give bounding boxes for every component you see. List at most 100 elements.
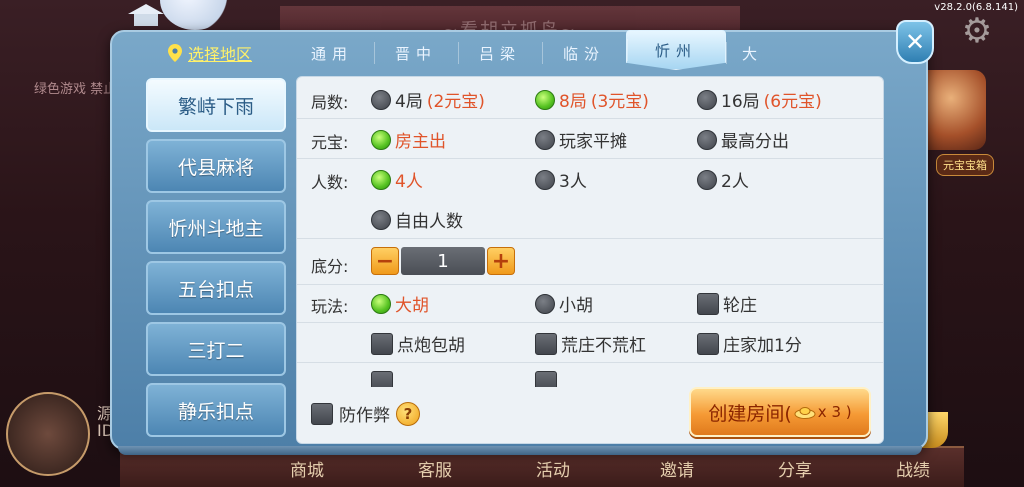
option-text: 8局 [559, 92, 587, 112]
moon-decoration [160, 0, 230, 30]
rule-check-dealer-bonus[interactable]: 庄家加1分 [697, 331, 802, 356]
radio-icon [697, 169, 717, 190]
region-tabs: 通用 晋中 吕梁 临汾 忻州 大 [290, 30, 884, 72]
rounds-label: 局数: [311, 93, 349, 112]
rules-label: 玩法: [311, 297, 349, 316]
rule-check-rotate-dealer[interactable]: 轮庄 [697, 291, 757, 316]
players-option-free[interactable]: 自由人数 [371, 207, 463, 232]
region-select-label: 选择地区 [188, 45, 253, 64]
option-text: 4局 [395, 92, 423, 112]
players-label: 人数: [311, 173, 349, 192]
region-select-button[interactable]: 选择地区 [168, 41, 252, 65]
game-item-jingle-koudian[interactable]: 静乐扣点 [146, 383, 286, 437]
base-score-row: 底分: − 1 + [297, 241, 883, 285]
tab-xinzhou[interactable]: 忻州 [626, 30, 726, 70]
option-text: 3人 [559, 172, 587, 192]
pagoda-decoration [128, 4, 164, 26]
option-text: 4人 [395, 172, 423, 192]
option-cost: (3元宝) [590, 92, 649, 112]
option-text: 轮庄 [723, 296, 757, 316]
rounds-option-8[interactable]: 8局 (3元宝) [535, 87, 649, 112]
tab-jinzhong[interactable]: 晋中 [374, 34, 458, 72]
option-text: 最高分出 [721, 132, 789, 152]
rule-check-discarder-pays[interactable]: 点炮包胡 [371, 331, 465, 356]
radio-selected-icon [535, 89, 555, 110]
mascot-label[interactable]: 元宝宝箱 [936, 154, 994, 176]
radio-icon [535, 169, 555, 190]
tab-linfen[interactable]: 临汾 [542, 34, 626, 72]
avatar[interactable] [6, 392, 90, 476]
game-item-san-da-er[interactable]: 三打二 [146, 322, 286, 376]
players-row-2: 自由人数 [297, 199, 883, 239]
nav-shop[interactable]: 商城 [290, 456, 324, 481]
checkbox-icon [371, 332, 393, 355]
radio-icon [371, 209, 391, 230]
option-text: 大胡 [395, 296, 429, 316]
option-text: 16局 [721, 92, 760, 112]
nav-invite[interactable]: 邀请 [660, 456, 694, 481]
tab-lvliang[interactable]: 吕梁 [458, 34, 542, 72]
radio-icon [697, 89, 717, 110]
players-option-4[interactable]: 4人 [371, 167, 423, 192]
players-row: 人数: 4人 3人 2人 [297, 159, 883, 199]
ingot-option-split[interactable]: 玩家平摊 [535, 127, 627, 152]
base-score-value: 1 [401, 247, 485, 275]
gold-ingot-icon [794, 407, 816, 419]
create-room-button[interactable]: 创建房间( x 3 ) [689, 387, 871, 437]
rule-check-draw-no-kong-void[interactable]: 荒庄不荒杠 [535, 331, 646, 356]
rounds-option-4[interactable]: 4局 (2元宝) [371, 87, 485, 112]
tab-general[interactable]: 通用 [290, 34, 374, 72]
base-score-stepper: − 1 + [371, 247, 515, 275]
rounds-option-16[interactable]: 16局 (6元宝) [697, 87, 822, 112]
close-icon: ✕ [904, 28, 926, 56]
checkbox-icon [697, 332, 719, 355]
game-item-xinzhou-doudizhu[interactable]: 忻州斗地主 [146, 200, 286, 254]
dialog-bottom-edge [118, 446, 922, 455]
nav-activity[interactable]: 活动 [536, 456, 570, 481]
radio-icon [697, 129, 717, 150]
create-room-cost: x 3 ) [817, 403, 852, 421]
create-room-label: 创建房间( [708, 402, 792, 425]
help-icon[interactable]: ? [396, 401, 420, 426]
nav-service[interactable]: 客服 [418, 456, 452, 481]
option-text: 荒庄不荒杠 [561, 336, 646, 356]
increment-button[interactable]: + [487, 247, 515, 275]
option-text: 点炮包胡 [397, 336, 465, 356]
anti-cheat-toggle[interactable]: 防作弊 ? [311, 401, 420, 426]
players-option-3[interactable]: 3人 [535, 167, 587, 192]
rules-row-3-partial [297, 367, 883, 393]
option-text: 玩家平摊 [559, 132, 627, 152]
option-cost: (2元宝) [426, 92, 485, 112]
option-cost: (6元宝) [763, 92, 822, 112]
close-button[interactable]: ✕ [896, 20, 934, 64]
option-text: 2人 [721, 172, 749, 192]
rounds-row: 局数: 4局 (2元宝) 8局 (3元宝) 16局 (6元宝) [297, 79, 883, 119]
rule-option-big-hu[interactable]: 大胡 [371, 291, 429, 316]
nav-share[interactable]: 分享 [778, 456, 812, 481]
checkbox-icon [697, 292, 719, 315]
anti-cheat-label: 防作弊 [339, 406, 390, 426]
players-option-2[interactable]: 2人 [697, 167, 749, 192]
game-item-fanshi-xiayu[interactable]: 繁峙下雨 [146, 78, 286, 132]
checkbox-icon [311, 402, 333, 425]
game-item-wutai-koudian[interactable]: 五台扣点 [146, 261, 286, 315]
game-list: 繁峙下雨 代县麻将 忻州斗地主 五台扣点 三打二 静乐扣点 [146, 78, 292, 444]
option-text: 小胡 [559, 296, 593, 316]
rules-row: 玩法: 大胡 小胡 轮庄 [297, 283, 883, 323]
radio-selected-icon [371, 293, 391, 314]
nav-records[interactable]: 战绩 [896, 456, 930, 481]
radio-selected-icon [371, 169, 391, 190]
ingot-option-host-pays[interactable]: 房主出 [371, 127, 446, 152]
location-pin-icon [168, 44, 182, 62]
radio-icon [535, 293, 555, 314]
tab-datong[interactable]: 大 [726, 34, 766, 72]
radio-icon [371, 89, 391, 110]
panel-footer: 防作弊 ? 创建房间( x 3 ) [297, 387, 883, 443]
rule-option-small-hu[interactable]: 小胡 [535, 291, 593, 316]
decrement-button[interactable]: − [371, 247, 399, 275]
ingot-row: 元宝: 房主出 玩家平摊 最高分出 [297, 119, 883, 159]
ingot-option-top-scorer[interactable]: 最高分出 [697, 127, 789, 152]
game-item-daixian-majiang[interactable]: 代县麻将 [146, 139, 286, 193]
gear-icon[interactable]: ⚙ [960, 14, 994, 48]
base-score-label: 底分: [311, 257, 349, 276]
